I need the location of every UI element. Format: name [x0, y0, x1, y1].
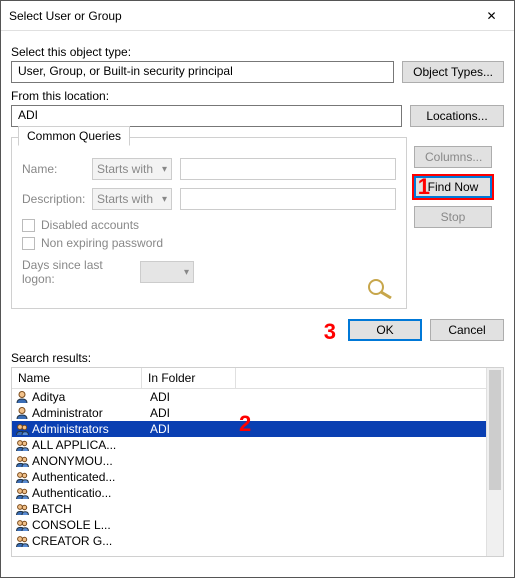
- group-icon: [14, 438, 30, 452]
- disabled-accounts-checkbox[interactable]: Disabled accounts: [22, 218, 396, 232]
- table-row[interactable]: BATCH: [12, 501, 486, 517]
- object-types-button[interactable]: Object Types...: [402, 61, 504, 83]
- group-icon: [14, 534, 30, 548]
- annotation-3: 3: [324, 319, 336, 345]
- row-name: ANONYMOU...: [32, 454, 144, 468]
- table-row[interactable]: CONSOLE L...: [12, 517, 486, 533]
- dialog-window: Select User or Group ✕ Select this objec…: [0, 0, 515, 578]
- user-icon: [14, 406, 30, 420]
- group-icon: [14, 518, 30, 532]
- name-filter-input[interactable]: [180, 158, 396, 180]
- non-expiring-checkbox[interactable]: Non expiring password: [22, 236, 396, 250]
- row-name: BATCH: [32, 502, 144, 516]
- desc-mode-combo[interactable]: Starts with ▾: [92, 188, 172, 210]
- object-type-field[interactable]: User, Group, or Built-in security princi…: [11, 61, 394, 83]
- user-icon: [14, 390, 30, 404]
- name-mode-value: Starts with: [97, 162, 153, 176]
- row-folder: ADI: [144, 422, 204, 436]
- find-now-button[interactable]: Find Now: [414, 176, 492, 198]
- row-folder: ADI: [144, 406, 238, 420]
- name-mode-combo[interactable]: Starts with ▾: [92, 158, 172, 180]
- group-icon: [14, 486, 30, 500]
- close-button[interactable]: ✕: [469, 1, 514, 31]
- non-expiring-label: Non expiring password: [41, 236, 163, 250]
- table-row[interactable]: Authenticated...: [12, 469, 486, 485]
- chevron-down-icon: ▾: [184, 267, 189, 278]
- cancel-button[interactable]: Cancel: [430, 319, 504, 341]
- table-row[interactable]: CREATOR G...: [12, 533, 486, 549]
- locations-button[interactable]: Locations...: [410, 105, 504, 127]
- row-name: Administrator: [32, 406, 144, 420]
- name-filter-label: Name:: [22, 162, 84, 176]
- location-field[interactable]: ADI: [11, 105, 402, 127]
- group-icon: [14, 470, 30, 484]
- table-row[interactable]: ANONYMOU...: [12, 453, 486, 469]
- table-row[interactable]: ALL APPLICA...: [12, 437, 486, 453]
- results-scrollbar[interactable]: [486, 368, 503, 556]
- group-icon: [14, 454, 30, 468]
- days-logon-label: Days since last logon:: [22, 258, 132, 286]
- column-header-name[interactable]: Name: [12, 368, 142, 388]
- stop-button[interactable]: Stop: [414, 206, 492, 228]
- row-name: Aditya: [32, 390, 144, 404]
- disabled-accounts-label: Disabled accounts: [41, 218, 139, 232]
- days-logon-combo[interactable]: ▾: [140, 261, 194, 283]
- row-name: Authenticated...: [32, 470, 144, 484]
- search-results-label: Search results:: [11, 351, 504, 365]
- desc-filter-label: Description:: [22, 192, 84, 206]
- table-row[interactable]: AdministratorsADI: [12, 421, 486, 437]
- common-queries-tab[interactable]: Common Queries: [18, 126, 130, 146]
- location-label: From this location:: [11, 89, 504, 103]
- column-header-spacer: [236, 368, 486, 388]
- window-title: Select User or Group: [9, 9, 122, 23]
- column-header-folder[interactable]: In Folder: [142, 368, 236, 388]
- group-icon: [14, 502, 30, 516]
- results-columns: Name In Folder AdityaADIAdministratorADI…: [12, 368, 486, 556]
- row-name: CREATOR G...: [32, 534, 144, 548]
- magnifier-icon: [365, 277, 395, 299]
- row-folder: ADI: [144, 390, 238, 404]
- titlebar: Select User or Group ✕: [1, 1, 514, 31]
- columns-button[interactable]: Columns...: [414, 146, 492, 168]
- table-row[interactable]: AdministratorADI: [12, 405, 486, 421]
- desc-filter-input[interactable]: [180, 188, 396, 210]
- row-name: Authenticatio...: [32, 486, 144, 500]
- side-buttons: Columns... Find Now Stop: [414, 146, 492, 228]
- close-icon: ✕: [486, 9, 496, 23]
- desc-mode-value: Starts with: [97, 192, 153, 206]
- row-name: Administrators: [32, 422, 144, 436]
- results-rows: AdityaADIAdministratorADIAdministratorsA…: [12, 389, 486, 549]
- table-row[interactable]: Authenticatio...: [12, 485, 486, 501]
- chevron-down-icon: ▾: [162, 164, 167, 175]
- row-name: CONSOLE L...: [32, 518, 144, 532]
- group-icon: [14, 422, 30, 436]
- object-type-label: Select this object type:: [11, 45, 504, 59]
- row-name: ALL APPLICA...: [32, 438, 144, 452]
- scrollbar-thumb[interactable]: [489, 370, 501, 490]
- checkbox-box-icon: [22, 219, 35, 232]
- results-header-row: Name In Folder: [12, 368, 486, 389]
- search-results-list: Name In Folder AdityaADIAdministratorADI…: [11, 367, 504, 557]
- dialog-body: Select this object type: User, Group, or…: [1, 31, 514, 567]
- ok-button[interactable]: OK: [348, 319, 422, 341]
- checkbox-box-icon: [22, 237, 35, 250]
- chevron-down-icon: ▾: [162, 194, 167, 205]
- common-queries-group: Common Queries Name: Starts with ▾ Descr…: [11, 137, 407, 309]
- table-row[interactable]: AdityaADI: [12, 389, 486, 405]
